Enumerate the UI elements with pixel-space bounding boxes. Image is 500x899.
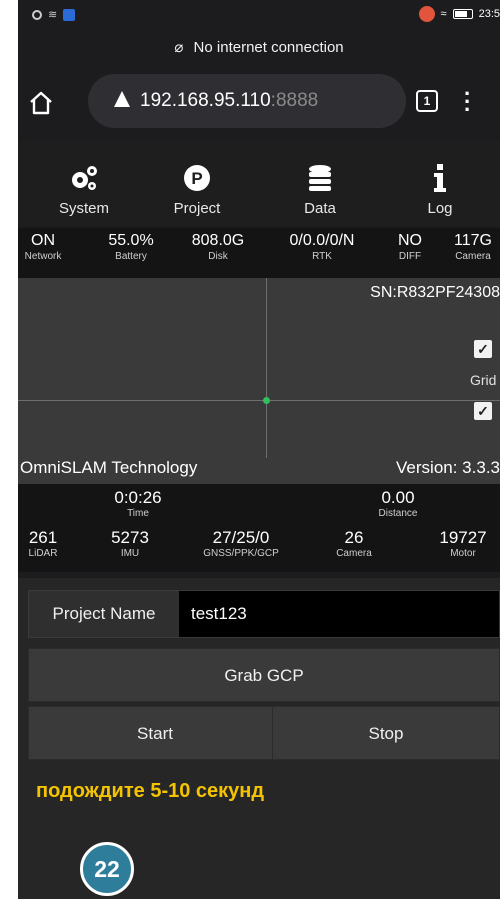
nav-log-label: Log bbox=[427, 200, 453, 217]
step-badge: 22 bbox=[80, 842, 134, 896]
cloud-off-icon: ⌀ bbox=[174, 39, 184, 56]
overlay-checkbox[interactable]: ✓ bbox=[474, 340, 492, 358]
signal-icon: ≋ bbox=[48, 9, 58, 21]
count-lidar-value: 261 bbox=[28, 528, 58, 547]
stat-battery-value: 55.0% bbox=[108, 232, 154, 249]
stat-network-value: ON bbox=[31, 232, 55, 249]
no-internet-banner: ⌀ No internet connection bbox=[18, 38, 500, 56]
stat-disk: 808.0G Disk bbox=[178, 232, 258, 262]
count-gnss-value: 27/25/0 bbox=[212, 528, 270, 547]
nav-log[interactable]: Log bbox=[390, 140, 490, 226]
app-notification-icon bbox=[63, 8, 76, 21]
recording-icon bbox=[418, 6, 435, 22]
address-bar[interactable]: 192.168.95.110:8888 bbox=[88, 74, 406, 128]
count-lidar: 261 LiDAR bbox=[18, 528, 68, 559]
nav-system-label: System bbox=[58, 200, 109, 217]
company-name: OmniSLAM Technology bbox=[20, 458, 198, 477]
no-internet-text: No internet connection bbox=[193, 39, 344, 56]
grid-label: Grid bbox=[470, 372, 497, 388]
sensor-counts-row: 261 LiDAR 5273 IMU 27/25/0 GNSS/PPK/GCP … bbox=[18, 522, 500, 572]
main-nav: System P Project Data Log bbox=[18, 140, 500, 226]
distance-label: Distance bbox=[378, 508, 418, 519]
info-icon bbox=[434, 164, 446, 192]
home-icon[interactable] bbox=[28, 90, 54, 116]
nav-system[interactable]: System bbox=[34, 140, 134, 226]
status-left-icons: ≋ bbox=[32, 8, 76, 21]
count-gnss-label: GNSS/PPK/GCP bbox=[203, 548, 279, 559]
distance-block: 0.00 Distance bbox=[348, 488, 448, 519]
status-right-icons: ≈ 23:5 bbox=[418, 6, 500, 22]
stat-diff: NO DIFF bbox=[390, 232, 430, 262]
crosshair-vertical bbox=[266, 278, 267, 458]
time-label: Time bbox=[127, 508, 149, 519]
stat-camera-value: 117G bbox=[454, 232, 492, 249]
project-name-input[interactable] bbox=[181, 591, 499, 637]
nav-project[interactable]: P Project bbox=[147, 140, 247, 226]
stat-battery: 55.0% Battery bbox=[96, 232, 166, 262]
stat-network-label: Network bbox=[24, 251, 62, 262]
count-camera-label: Camera bbox=[336, 548, 372, 559]
stat-rtk-label: RTK bbox=[312, 251, 332, 262]
stat-rtk-value: 0/0.0/0/N bbox=[289, 232, 355, 249]
map-view[interactable]: SN:R832PF24308 ✓ Grid ✓ bbox=[18, 278, 500, 458]
time-value: 0:0:26 bbox=[114, 488, 162, 507]
stat-diff-label: DIFF bbox=[398, 251, 422, 262]
count-imu: 5273 IMU bbox=[100, 528, 160, 559]
nav-data[interactable]: Data bbox=[270, 140, 370, 226]
notification-icon bbox=[32, 9, 42, 20]
stat-camera: 117G Camera bbox=[446, 232, 500, 262]
status-bar: ≋ ≈ 23:5 bbox=[18, 0, 500, 32]
status-time: 23:5 bbox=[478, 8, 500, 20]
wait-note: подождите 5-10 секунд bbox=[36, 780, 265, 802]
phone-screen: ≋ ≈ 23:5 ⌀ No internet connection 192.16… bbox=[18, 0, 500, 899]
project-name-label: Project Name bbox=[29, 591, 179, 637]
database-icon bbox=[309, 165, 331, 191]
grid-checkbox[interactable]: ✓ bbox=[474, 402, 492, 420]
project-name-row: Project Name bbox=[28, 590, 500, 638]
distance-value: 0.00 bbox=[381, 488, 415, 507]
count-gnss: 27/25/0 GNSS/PPK/GCP bbox=[186, 528, 296, 559]
stat-camera-label: Camera bbox=[455, 251, 491, 262]
status-stats-row: ON Network 55.0% Battery 808.0G Disk 0/0… bbox=[18, 228, 500, 278]
stat-rtk: 0/0.0/0/N RTK bbox=[272, 232, 372, 262]
warning-icon bbox=[114, 91, 130, 107]
count-motor: 19727 Motor bbox=[428, 528, 498, 559]
svg-text:P: P bbox=[191, 169, 202, 188]
count-motor-label: Motor bbox=[450, 548, 476, 559]
stat-diff-value: NO bbox=[398, 232, 422, 249]
url-port: :8888 bbox=[270, 90, 319, 111]
company-bar: OmniSLAM Technology Version: 3.3.3 bbox=[18, 458, 500, 484]
stat-disk-value: 808.0G bbox=[191, 232, 245, 249]
browser-toolbar: 192.168.95.110:8888 1 · · · bbox=[18, 72, 500, 134]
grab-gcp-button[interactable]: Grab GCP bbox=[28, 648, 500, 702]
count-camera: 26 Camera bbox=[324, 528, 384, 559]
count-imu-label: IMU bbox=[120, 548, 140, 559]
nav-project-label: Project bbox=[173, 200, 221, 217]
version-text: Version: 3.3.3 bbox=[396, 458, 500, 477]
serial-number: SN:R832PF24308 bbox=[370, 284, 500, 301]
position-marker bbox=[263, 397, 270, 404]
start-button[interactable]: Start bbox=[28, 706, 282, 760]
stat-battery-label: Battery bbox=[115, 251, 147, 262]
project-form: Project Name Grab GCP Start Stop подожди… bbox=[18, 578, 500, 899]
stat-disk-label: Disk bbox=[208, 251, 228, 262]
time-block: 0:0:26 Time bbox=[88, 488, 188, 519]
battery-icon bbox=[452, 9, 473, 19]
more-menu-icon[interactable]: · · · bbox=[464, 83, 471, 121]
gears-icon bbox=[72, 166, 97, 190]
crosshair-horizontal bbox=[18, 400, 500, 401]
stat-network: ON Network bbox=[18, 232, 68, 262]
wifi-icon: ≈ bbox=[440, 8, 447, 20]
nav-data-label: Data bbox=[304, 200, 336, 217]
count-camera-value: 26 bbox=[344, 528, 364, 547]
tab-switcher-button[interactable]: 1 bbox=[416, 90, 438, 112]
count-imu-value: 5273 bbox=[111, 528, 149, 547]
stop-button[interactable]: Stop bbox=[272, 706, 500, 760]
count-lidar-label: LiDAR bbox=[28, 548, 58, 559]
url-host: 192.168.95.110 bbox=[140, 90, 271, 111]
count-motor-value: 19727 bbox=[439, 528, 487, 547]
url-text: 192.168.95.110:8888 bbox=[140, 90, 318, 112]
project-p-icon: P bbox=[184, 165, 210, 191]
